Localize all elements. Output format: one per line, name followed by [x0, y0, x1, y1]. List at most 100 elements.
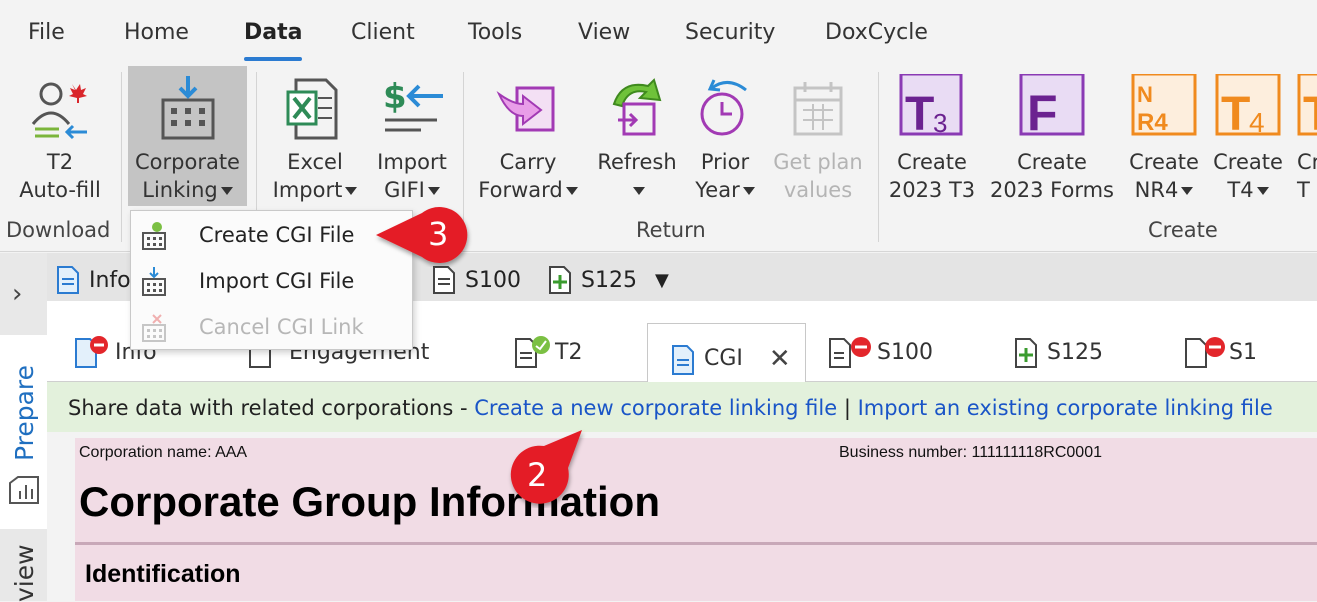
doc-s100[interactable]: S100: [431, 265, 521, 295]
chart-icon: [9, 476, 39, 504]
menu-tab-view[interactable]: View: [578, 20, 630, 45]
prior-year-line2: Year: [695, 178, 740, 202]
menu-tab-doxcycle[interactable]: DoxCycle: [825, 20, 928, 45]
doc-s125-label: S125: [581, 267, 637, 293]
tab-s125[interactable]: S125: [1013, 335, 1103, 369]
gifi-import-icon: $: [383, 77, 443, 132]
svg-text:T: T: [905, 88, 934, 141]
get-plan-line1: Get plan: [773, 150, 863, 174]
import-linking-file-link[interactable]: Import an existing corporate linking fil…: [858, 396, 1273, 420]
cancel-cgi-icon: [142, 314, 166, 342]
svg-text:R4: R4: [1137, 109, 1168, 136]
refresh-button[interactable]: Refresh: [590, 66, 684, 206]
corporation-name: Corporation name: AAA: [79, 444, 248, 461]
create-forms-button[interactable]: F Create 2023 Forms: [986, 66, 1118, 206]
t2-autofill-icon: [31, 82, 87, 140]
calendar-icon: [793, 82, 843, 136]
import-cgi-icon: [142, 267, 166, 296]
prior-year-button[interactable]: Prior Year: [686, 66, 764, 206]
menu-tab-data[interactable]: Data: [244, 20, 303, 61]
tab-s125-label: S125: [1047, 339, 1103, 365]
chevron-down-icon: [220, 187, 233, 195]
callout-2: 2: [498, 428, 590, 508]
doc-info-label: Info: [89, 267, 131, 293]
create-cgi-icon: [142, 222, 166, 250]
create-linking-file-link[interactable]: Create a new corporate linking file: [474, 396, 837, 420]
get-plan-values-button[interactable]: Get plan values: [768, 66, 868, 206]
excel-import-line2: Import: [272, 178, 343, 202]
excel-import-button[interactable]: Excel Import: [266, 66, 364, 206]
carry-forward-button[interactable]: Carry Forward: [472, 66, 584, 206]
expand-chevron-icon[interactable]: ›: [12, 279, 22, 309]
refresh-icon: [612, 78, 662, 136]
create-t3-line1: Create: [897, 150, 967, 174]
carry-forward-line1: Carry: [499, 150, 557, 174]
menu-item-import-cgi[interactable]: Import CGI File: [131, 259, 412, 305]
document-error-icon: [75, 336, 108, 368]
chevron-down-icon: [632, 187, 645, 195]
menu-tab-file[interactable]: File: [28, 20, 65, 45]
chevron-down-icon: [345, 187, 358, 195]
tab-s100-label: S100: [877, 339, 933, 365]
document-icon: [672, 344, 694, 375]
side-tab-review-label[interactable]: view: [10, 544, 39, 602]
caret-down-icon[interactable]: ▼: [655, 270, 669, 291]
group-label-return: Return: [636, 218, 706, 242]
corporate-linking-icon: [161, 76, 214, 140]
side-tab-prepare[interactable]: Prepare: [0, 335, 47, 529]
corporate-linking-button[interactable]: Corporate Linking: [128, 66, 247, 206]
svg-text:4: 4: [1249, 107, 1265, 138]
t3-icon: T 3: [899, 74, 963, 141]
t-icon: T: [1297, 74, 1317, 141]
ribbon-separator: [878, 72, 879, 242]
menu-item-create-cgi[interactable]: Create CGI File: [131, 213, 412, 259]
menu-item-cancel-cgi-label: Cancel CGI Link: [199, 315, 364, 339]
create-t3-button[interactable]: T 3 Create 2023 T3: [888, 66, 976, 206]
prior-year-icon: [700, 79, 747, 136]
nr4-icon: N R4: [1131, 74, 1197, 136]
chevron-down-icon: [1256, 187, 1269, 195]
import-gifi-line1: Import: [377, 150, 447, 174]
tab-s100[interactable]: S100: [827, 335, 933, 369]
carry-forward-line2: Forward: [478, 178, 563, 202]
close-icon[interactable]: ✕: [769, 344, 791, 374]
add-document-icon: [1015, 338, 1037, 368]
t2-autofill-line1: T2: [46, 150, 74, 174]
create-t3-line2: 2023 T3: [888, 178, 976, 202]
svg-text:$: $: [383, 77, 407, 117]
doc-s100-label: S100: [465, 267, 521, 293]
menu-bar: File Home Data Client Tools View Securit…: [0, 0, 1317, 66]
excel-import-line1: Excel: [287, 150, 343, 174]
divider: [75, 542, 1317, 545]
tab-s1-label: S1: [1229, 339, 1257, 365]
get-plan-line2: values: [783, 178, 853, 202]
menu-tab-home[interactable]: Home: [124, 20, 189, 45]
t2-autofill-button[interactable]: T2 Auto-fill: [4, 66, 116, 206]
corporate-linking-line2: Linking: [142, 178, 218, 202]
cgi-form: Corporation name: AAA Business number: 1…: [75, 438, 1317, 601]
tab-t2[interactable]: T2: [513, 335, 582, 369]
document-check-icon: [515, 336, 550, 368]
create-t-line2: T: [1297, 178, 1310, 202]
tab-cgi[interactable]: CGI ✕: [647, 323, 806, 383]
group-label-create: Create: [1148, 218, 1218, 242]
tab-cgi-label: CGI: [704, 346, 743, 371]
create-nr4-button[interactable]: N R4 Create NR4: [1124, 66, 1204, 206]
tab-s1[interactable]: S1: [1183, 335, 1257, 369]
share-prefix: Share data with related corporations -: [68, 396, 475, 420]
create-t4-button[interactable]: T 4 Create T4: [1208, 66, 1288, 206]
svg-text:N: N: [1137, 82, 1153, 107]
menu-item-create-cgi-label: Create CGI File: [199, 223, 355, 247]
share-bar: Share data with related corporations - C…: [47, 382, 1317, 432]
create-nr4-line1: Create: [1129, 150, 1199, 174]
import-gifi-button[interactable]: $ Import GIFI: [366, 66, 458, 206]
menu-item-cancel-cgi[interactable]: Cancel CGI Link: [131, 305, 412, 351]
doc-s125[interactable]: S125 ▼: [547, 265, 669, 295]
create-t-button-partial[interactable]: T Cr T: [1293, 66, 1317, 206]
menu-tab-security[interactable]: Security: [685, 20, 775, 45]
prior-year-line1: Prior: [700, 150, 750, 174]
doc-info[interactable]: Info: [55, 265, 131, 295]
svg-text:T: T: [1303, 88, 1317, 141]
menu-tab-tools[interactable]: Tools: [468, 20, 522, 45]
menu-tab-client[interactable]: Client: [351, 20, 415, 45]
